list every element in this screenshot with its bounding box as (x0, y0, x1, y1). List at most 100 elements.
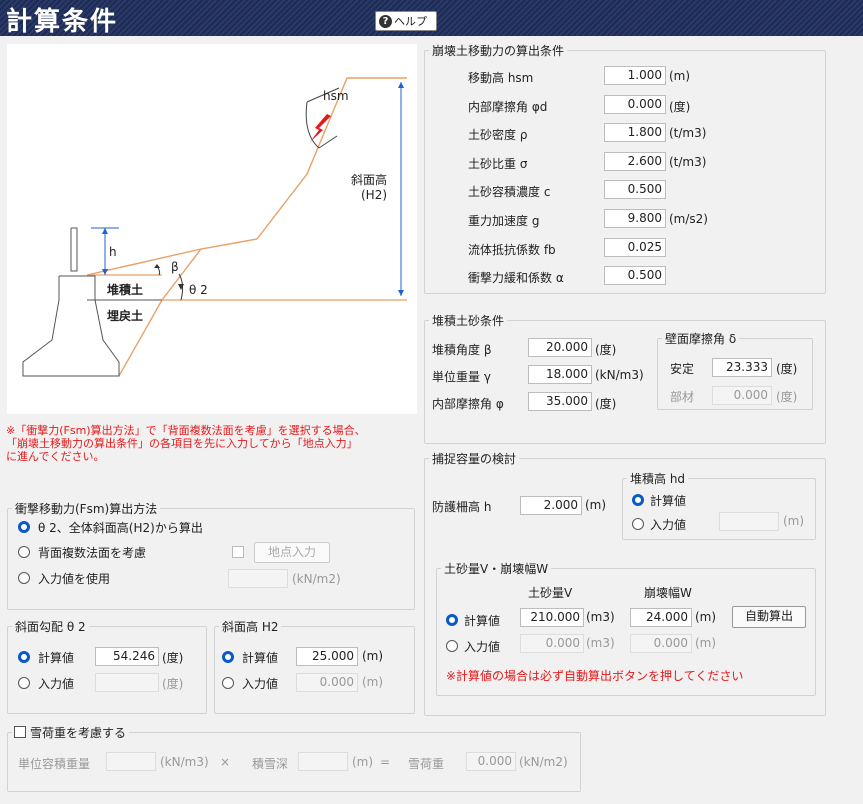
deposit-row-unit: (度) (595, 343, 617, 357)
snow-unit-weight-unit: (kN/m3) (160, 755, 209, 769)
deposit-label: 堆積土 (107, 282, 143, 297)
snow-depth-unit: (m) (352, 755, 374, 769)
note-text: ※「衝撃力(Fsm)算出方法」で「背面複数法面を考慮」を選択する場合、 「崩壊土… (6, 424, 366, 463)
volume-input-radio[interactable] (446, 640, 458, 652)
deposit-row-label: 堆積角度 β (432, 343, 492, 357)
note-line: 「崩壊土移動力の算出条件」の各項目を先に入力してから「地点入力」 (6, 437, 358, 450)
help-button[interactable]: ? ヘルプ (375, 11, 437, 31)
volume-input-v[interactable]: 0.000 (520, 634, 584, 653)
collapse-row-input[interactable]: 0.025 (604, 237, 666, 257)
hd-input-label: 入力値 (650, 518, 687, 532)
times-sign: × (220, 755, 231, 769)
deposit-row-input[interactable]: 35.000 (528, 392, 592, 411)
fence-height-label: 防護柵高 h (432, 500, 492, 514)
volume-input-w-unit: (m) (695, 636, 717, 650)
method-radio-theta[interactable] (18, 521, 30, 533)
collapse-row-input[interactable]: 2.600 (604, 151, 666, 171)
method-input[interactable] (228, 569, 288, 588)
collapse-row-unit: (m/s2) (669, 212, 708, 226)
point-input-button[interactable]: 地点入力 (254, 542, 330, 563)
method-radio-input[interactable] (18, 572, 30, 584)
volume-calc-radio[interactable] (446, 614, 458, 626)
deposit-row-label: 内部摩擦角 φ (432, 397, 504, 411)
point-checkbox[interactable] (232, 546, 244, 558)
deposit-row-input[interactable]: 20.000 (528, 338, 592, 357)
collapse-row-label: 流体抵抗係数 fb (468, 242, 556, 257)
volume-input-label: 入力値 (464, 640, 501, 654)
deposit-row-label: 単位重量 γ (432, 370, 491, 384)
stable-unit: (度) (776, 362, 798, 376)
volume-calc-v-unit: (m3) (586, 610, 615, 624)
snow-load-value[interactable]: 0.000 (466, 752, 516, 771)
snow-unit-weight-label: 単位容積重量 (18, 757, 91, 771)
slope-height-calc-radio[interactable] (222, 651, 234, 663)
stable-input[interactable]: 23.333 (712, 358, 772, 377)
fill-label: 埋戻土 (107, 308, 143, 323)
theta2-label: θ 2 (189, 283, 208, 297)
hd-input-value[interactable] (719, 512, 779, 531)
slope-height-calc-value[interactable]: 25.000 (296, 647, 358, 666)
slope-angle-calc-radio[interactable] (18, 651, 30, 663)
collapse-row-unit: (m) (669, 69, 691, 83)
volume-input-w[interactable]: 0.000 (630, 634, 692, 653)
fence-height-input[interactable]: 2.000 (520, 496, 582, 515)
volume-legend: 土砂量V・崩壊幅W (444, 562, 549, 576)
slope-height-input-value[interactable]: 0.000 (296, 673, 358, 692)
volume-calc-v[interactable]: 210.000 (520, 608, 584, 627)
method-option-input: 入力値を使用 (38, 572, 111, 586)
hd-calc-label: 計算値 (650, 494, 687, 508)
page-title: 計算条件 (6, 7, 119, 37)
method-option-multi: 背面複数法面を考慮 (38, 546, 147, 560)
wall-friction-legend: 壁面摩擦角 δ (665, 332, 737, 346)
collapse-row-input[interactable]: 1.000 (604, 66, 666, 85)
hd-input-radio[interactable] (632, 518, 644, 530)
collapse-row-input[interactable]: 0.000 (604, 94, 666, 114)
width-col-header: 崩壊幅W (644, 586, 692, 600)
slope-height-calc-unit: (m) (362, 649, 384, 663)
slope-height-label: 斜面高 (351, 172, 387, 187)
slope-angle-calc-value[interactable]: 54.246 (95, 647, 159, 666)
slope-angle-calc-unit: (度) (162, 651, 184, 665)
snow-load-unit: (kN/m2) (519, 755, 568, 769)
note-line: に進んでください。 (6, 450, 105, 463)
slope-angle-input-label: 入力値 (38, 677, 75, 691)
auto-calc-warning: ※計算値の場合は必ず自動算出ボタンを押してください (446, 669, 744, 683)
snow-depth-input[interactable] (298, 752, 348, 771)
collapse-row-input[interactable]: 1.800 (604, 123, 666, 143)
method-radio-multi[interactable] (18, 546, 30, 558)
member-label: 部材 (670, 390, 695, 404)
slope-angle-calc-label: 計算値 (38, 651, 75, 665)
slope-height-input-label: 入力値 (242, 677, 279, 691)
snow-unit-weight-input[interactable] (106, 752, 156, 771)
capture-legend: 捕捉容量の検討 (432, 452, 517, 466)
snow-checkbox[interactable] (14, 726, 26, 738)
hd-calc-radio[interactable] (632, 494, 644, 506)
slope-height-input-radio[interactable] (222, 677, 234, 689)
collapse-row-label: 衝撃力緩和係数 α (468, 271, 564, 286)
slope-height-symbol: (H2) (361, 188, 387, 202)
volume-input-v-unit: (m3) (586, 636, 615, 650)
deposit-row-input[interactable]: 18.000 (528, 365, 592, 384)
help-icon: ? (379, 14, 392, 28)
hd-input-unit: (m) (783, 514, 805, 528)
auto-calc-button[interactable]: 自動算出 (732, 606, 806, 628)
member-input[interactable]: 0.000 (712, 386, 772, 405)
h-label: h (109, 245, 117, 259)
hsm-label: hsm (323, 89, 349, 103)
collapse-row-label: 内部摩擦角 φd (468, 99, 548, 114)
collapse-row-label: 移動高 hsm (468, 71, 534, 85)
slope-angle-input-radio[interactable] (18, 677, 30, 689)
method-unit: (kN/m2) (292, 572, 341, 586)
collapse-row-input[interactable]: 0.500 (604, 180, 666, 200)
collapse-row-input[interactable]: 0.500 (604, 266, 666, 286)
note-line: ※「衝撃力(Fsm)算出方法」で「背面複数法面を考慮」を選択する場合、 (6, 424, 366, 437)
collapse-row-label: 土砂密度 ρ (468, 128, 528, 143)
deposit-row-unit: (度) (595, 397, 617, 411)
slope-angle-legend: 斜面勾配 θ 2 (15, 620, 86, 634)
beta-label: β (171, 260, 179, 274)
collapse-row-input[interactable]: 9.800 (604, 209, 666, 228)
volume-calc-w[interactable]: 24.000 (630, 608, 692, 627)
deposit-row-unit: (kN/m3) (595, 368, 644, 382)
method-option-theta: θ 2、全体斜面高(H2)から算出 (38, 521, 203, 535)
slope-angle-input-value[interactable] (95, 673, 159, 692)
